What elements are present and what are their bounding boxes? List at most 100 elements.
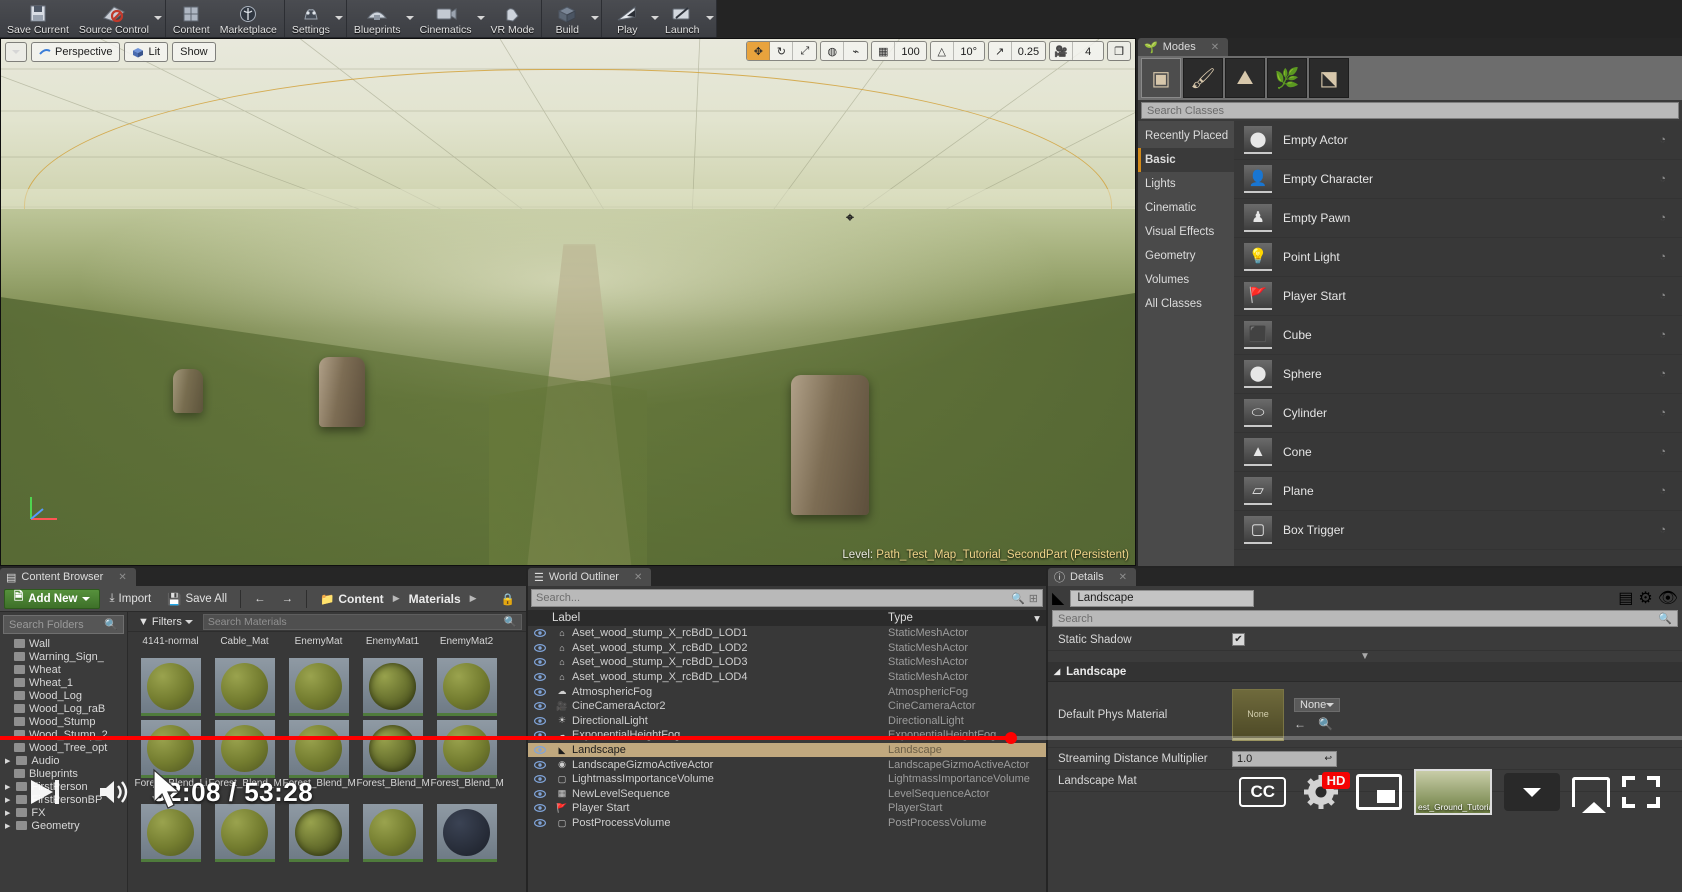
play-button[interactable]: Play <box>604 0 650 37</box>
blueprints-dropdown[interactable] <box>406 0 415 37</box>
details-search-input[interactable]: Search 🔍 <box>1052 610 1678 627</box>
placeable-item-info-icon[interactable]: ◔ <box>1659 251 1666 263</box>
close-icon[interactable]: ✕ <box>1211 42 1219 53</box>
close-icon[interactable]: ✕ <box>118 572 126 583</box>
marketplace-button[interactable]: Marketplace <box>215 0 282 37</box>
scale-snap-value[interactable]: 0.25 <box>1012 42 1045 61</box>
placeable-item-cylinder[interactable]: ⬭Cylinder◔ <box>1234 394 1682 433</box>
placeable-item-point-light[interactable]: 💡Point Light◔ <box>1234 238 1682 277</box>
tab-details[interactable]: ⓘ Details ✕ <box>1048 568 1136 586</box>
details-visibility-icon[interactable]: 👁 <box>1658 588 1678 608</box>
tab-world-outliner[interactable]: ☰ World Outliner ✕ <box>528 568 651 586</box>
placement-category-volumes[interactable]: Volumes <box>1138 268 1234 292</box>
launch-button[interactable]: Launch <box>659 0 705 37</box>
paint-mode-icon[interactable]: 🖌 <box>1183 58 1223 98</box>
video-preview-thumbnail[interactable]: est_Ground_Tutorial <box>1414 769 1492 815</box>
viewport-show-menu-button[interactable]: Show <box>172 42 216 62</box>
world-coordinate-icon[interactable]: ◍ <box>821 42 844 60</box>
forward-button[interactable]: → <box>275 588 301 610</box>
closed-captions-button[interactable]: CC <box>1239 777 1286 807</box>
visibility-eye-icon[interactable] <box>528 629 552 637</box>
scale-tool-icon[interactable]: ⤢ <box>793 42 816 60</box>
save-current-button[interactable]: Save Current <box>2 0 74 37</box>
maximize-viewport-icon[interactable]: ❐ <box>1107 41 1131 61</box>
asset-tile[interactable]: EnemyMat <box>282 636 355 716</box>
import-button[interactable]: ⤓ Import <box>102 588 158 610</box>
placeable-item-plane[interactable]: ▱Plane◔ <box>1234 472 1682 511</box>
rotate-tool-icon[interactable]: ↻ <box>770 42 793 60</box>
source-control-button[interactable]: Source Control <box>74 0 154 37</box>
placement-category-cinematic[interactable]: Cinematic <box>1138 196 1234 220</box>
placeable-item-sphere[interactable]: ⬤Sphere◔ <box>1234 355 1682 394</box>
settings-dropdown[interactable] <box>335 0 344 37</box>
placement-category-all-classes[interactable]: All Classes <box>1138 292 1234 316</box>
blueprints-button[interactable]: Blueprints <box>349 0 406 37</box>
settings-button[interactable]: Settings <box>287 0 335 37</box>
close-icon[interactable]: ✕ <box>1119 572 1127 583</box>
browse-asset-icon[interactable]: 🔍 <box>1318 717 1333 731</box>
search-icon[interactable]: 🔍 <box>1011 592 1025 605</box>
phys-material-dropdown[interactable]: None <box>1294 698 1340 712</box>
stump-mesh[interactable] <box>319 357 365 427</box>
use-selected-asset-icon[interactable]: ← <box>1294 717 1306 731</box>
visibility-eye-icon[interactable] <box>528 688 552 696</box>
asset-tile[interactable]: EnemyMat1 <box>356 636 429 716</box>
search-materials-input[interactable]: Search Materials 🔍 <box>203 614 522 630</box>
play-dropdown[interactable] <box>650 0 659 37</box>
settings-button[interactable]: HD <box>1298 769 1344 815</box>
visibility-eye-icon[interactable] <box>528 702 552 710</box>
fullscreen-button[interactable] <box>1622 776 1660 808</box>
placeable-item-info-icon[interactable]: ◔ <box>1659 173 1666 185</box>
breadcrumb-content[interactable]: Content <box>338 592 383 606</box>
viewport-camera-mode-button[interactable]: Perspective <box>31 42 120 62</box>
visibility-eye-icon[interactable] <box>528 644 552 652</box>
geometry-editing-mode-icon[interactable]: ⬔ <box>1309 58 1349 98</box>
volume-button[interactable] <box>92 769 138 815</box>
landscape-mode-icon[interactable]: ⛰ <box>1225 58 1265 98</box>
airplay-button[interactable] <box>1572 777 1610 807</box>
phys-material-thumbnail[interactable]: None <box>1232 689 1284 741</box>
details-settings-icon[interactable]: ⚙ <box>1638 588 1652 608</box>
add-new-button[interactable]: 🗎 Add New <box>4 589 100 609</box>
lock-icon[interactable]: 🔒 <box>494 588 522 610</box>
placement-category-recently-placed[interactable]: Recently Placed <box>1138 124 1234 148</box>
actor-name-field[interactable]: Landscape <box>1070 590 1254 607</box>
play-next-button[interactable] <box>22 769 68 815</box>
outliner-row[interactable]: ☀DirectionalLightDirectionalLight <box>528 714 1046 729</box>
filters-button[interactable]: ▼ Filters <box>132 614 199 630</box>
landscape-section-header[interactable]: ◢ Landscape <box>1048 662 1682 682</box>
folder-item[interactable]: Wood_Stump <box>0 715 127 728</box>
column-header-label[interactable]: Label <box>552 612 888 624</box>
outliner-row[interactable]: ⌂Aset_wood_stump_X_rcBdD_LOD3StaticMeshA… <box>528 655 1046 670</box>
video-progress-bar[interactable] <box>0 736 1682 740</box>
grid-icon[interactable]: ▦ <box>872 42 895 60</box>
build-button[interactable]: Build <box>544 0 590 37</box>
visibility-eye-icon[interactable] <box>528 673 552 681</box>
level-viewport[interactable]: ⌖ Perspective Lit <box>0 38 1136 566</box>
translate-tool-icon[interactable]: ✥ <box>747 42 770 60</box>
placeable-item-info-icon[interactable]: ◔ <box>1659 368 1666 380</box>
placement-category-visual-effects[interactable]: Visual Effects <box>1138 220 1234 244</box>
folder-item[interactable]: Warning_Sign_ <box>0 650 127 663</box>
placeable-item-cube[interactable]: ⬛Cube◔ <box>1234 316 1682 355</box>
outliner-row[interactable]: 🎥CineCameraActor2CineCameraActor <box>528 699 1046 714</box>
column-header-type[interactable]: Type <box>888 612 1028 624</box>
back-button[interactable]: ← <box>247 588 273 610</box>
outliner-row[interactable]: ⌂Aset_wood_stump_X_rcBdD_LOD1StaticMeshA… <box>528 626 1046 641</box>
miniplayer-button[interactable] <box>1356 774 1402 810</box>
video-progress-handle[interactable] <box>1005 732 1017 744</box>
video-quality-dropdown[interactable] <box>1504 773 1560 811</box>
save-all-button[interactable]: 💾 Save All <box>160 588 234 610</box>
outliner-row[interactable]: ☁AtmosphericFogAtmosphericFog <box>528 684 1046 699</box>
tab-content-browser[interactable]: ▤ Content Browser ✕ <box>0 568 136 586</box>
placeable-item-player-start[interactable]: 🚩Player Start◔ <box>1234 277 1682 316</box>
outliner-row[interactable]: ⌂Aset_wood_stump_X_rcBdD_LOD4StaticMeshA… <box>528 670 1046 685</box>
asset-tile[interactable]: 4141-normal <box>134 636 207 716</box>
placeable-item-info-icon[interactable]: ◔ <box>1659 134 1666 146</box>
placement-category-geometry[interactable]: Geometry <box>1138 244 1234 268</box>
foliage-mode-icon[interactable]: 🌿 <box>1267 58 1307 98</box>
outliner-row[interactable]: ⌂Aset_wood_stump_X_rcBdD_LOD2StaticMeshA… <box>528 641 1046 656</box>
camera-speed-icon[interactable]: 🎥 <box>1050 42 1073 60</box>
build-dropdown[interactable] <box>590 0 599 37</box>
search-folders-input[interactable]: Search Folders 🔍 <box>3 615 124 634</box>
